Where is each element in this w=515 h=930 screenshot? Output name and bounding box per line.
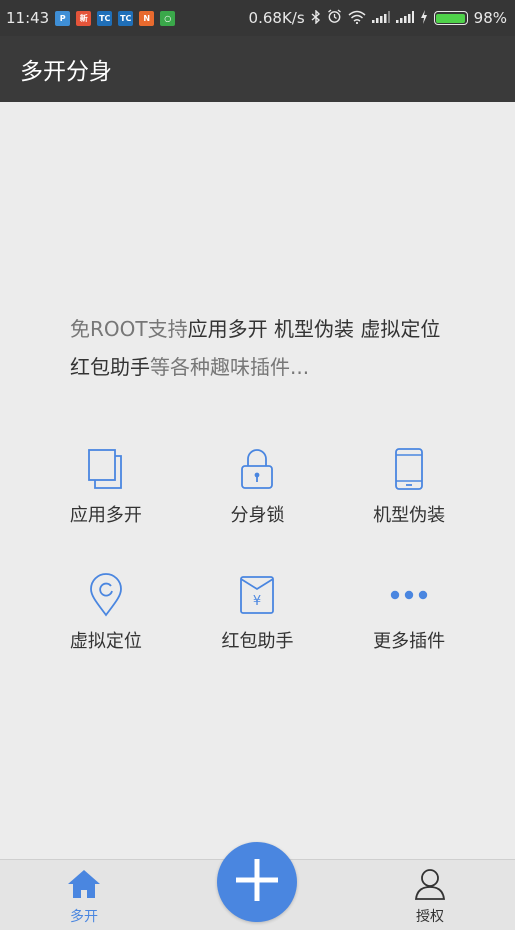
feature-label: 更多插件 [373,631,446,652]
tc-app-icon-2: TC [118,10,134,26]
intro-part-3: 等各种趣味插件... [150,355,310,379]
more-icon [387,571,431,619]
intro-text: 免ROOT支持应用多开 机型伪装 虚拟定位 红包助手等各种趣味插件... [70,310,460,386]
feature-device-spoof[interactable]: 机型伪装 [333,445,485,527]
feature-grid: 应用多开 分身锁 机型伪装 虚拟定位 ¥ 红包助手 更多插件 [30,445,485,653]
feature-more-plugins[interactable]: 更多插件 [333,571,485,653]
feature-clone-lock[interactable]: 分身锁 [182,445,334,527]
add-button[interactable] [217,842,297,922]
feature-label: 红包助手 [221,631,294,652]
feature-virtual-location[interactable]: 虚拟定位 [30,571,182,653]
nav-home[interactable]: 多开 [44,868,124,926]
pin-app-icon: P [55,10,71,26]
app-title: 多开分身 [20,59,112,85]
feature-red-envelope[interactable]: ¥ 红包助手 [182,571,334,653]
home-icon [66,868,102,904]
plus-icon [234,857,280,907]
battery-fill [436,13,465,23]
alarm-icon [327,9,342,27]
svg-text:¥: ¥ [253,594,261,609]
feature-label: 应用多开 [69,505,142,526]
location-icon [84,571,128,619]
green-app-icon: ○ [160,10,176,26]
signal-icon-2 [395,10,414,26]
feature-label: 虚拟定位 [69,631,142,652]
news-app-icon: 新 [76,10,92,26]
nav-authorize[interactable]: 授权 [390,868,470,926]
phone-icon [387,445,431,493]
status-bar: 11:43 P 新 TC TC N ○ 0.68K/s 98% [0,0,515,36]
battery-percent: 98% [473,9,507,27]
signal-icon-1 [371,10,390,26]
red-envelope-icon: ¥ [235,571,279,619]
nav-home-label: 多开 [70,909,98,925]
user-icon [414,868,446,904]
lock-icon [235,445,279,493]
battery-icon [433,11,468,25]
nav-authorize-label: 授权 [416,909,444,925]
status-right: 0.68K/s 98% [248,8,507,27]
orange-app-icon: N [139,10,155,26]
intro-part-1: 免ROOT支持 [70,317,188,341]
status-left: 11:43 P 新 TC TC N ○ [6,9,176,27]
charging-icon [420,9,428,27]
feature-app-clone[interactable]: 应用多开 [30,445,182,527]
clock: 11:43 [6,9,50,27]
feature-label: 机型伪装 [373,505,446,526]
feature-label: 分身锁 [230,505,285,526]
copy-icon [84,445,128,493]
wifi-icon [348,10,366,27]
app-bar: 多开分身 [0,36,515,102]
net-speed: 0.68K/s [248,9,305,27]
bluetooth-icon [311,8,321,27]
tc-app-icon: TC [97,10,113,26]
